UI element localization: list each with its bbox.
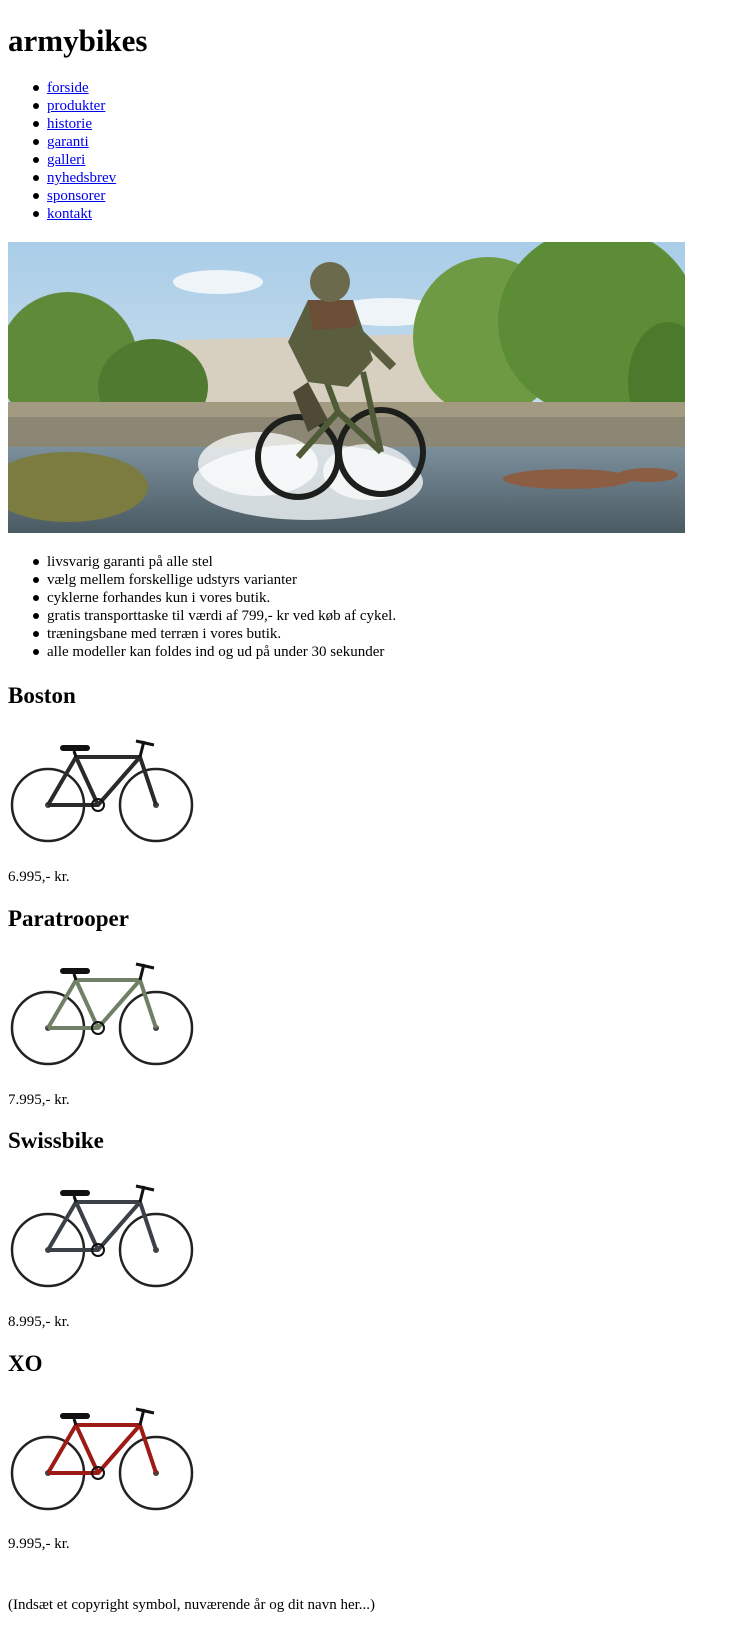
product-image-boston [10,739,194,843]
nav-link-historie[interactable]: historie [47,116,92,132]
nav-item-garanti: garanti [8,133,116,151]
product-image-paratrooper [10,962,194,1066]
nav-item-produkter: produkter [8,97,116,115]
nav-item-historie: historie [8,115,116,133]
site-title: armybikes [8,23,148,58]
product-price-paratrooper: 7.995,- kr. [8,1092,70,1108]
product-image-xo [10,1407,194,1511]
nav-item-sponsorer: sponsorer [8,187,116,205]
product-name-paratrooper: Paratrooper [8,906,129,931]
hero-image [8,242,685,533]
feature-item: alle modeller kan foldes ind og ud på un… [8,643,396,661]
nav-link-nyhedsbrev[interactable]: nyhedsbrev [47,170,116,186]
product-price-swissbike: 8.995,- kr. [8,1314,70,1330]
feature-item: træningsbane med terræn i vores butik. [8,625,396,643]
nav-item-forside: forside [8,79,116,97]
nav-link-garanti[interactable]: garanti [47,134,89,150]
nav-link-produkter[interactable]: produkter [47,98,105,114]
footer-copyright: (Indsæt et copyright symbol, nuværende å… [8,1597,376,1613]
feature-item: livsvarig garanti på alle stel [8,553,396,571]
product-image-swissbike [10,1184,194,1288]
feature-item: gratis transporttaske til værdi af 799,-… [8,607,396,625]
main-nav: forside produkter historie garanti galle… [8,79,116,223]
nav-link-kontakt[interactable]: kontakt [47,206,92,222]
feature-item: vælg mellem forskellige udstyrs variante… [8,571,396,589]
nav-link-galleri[interactable]: galleri [47,152,85,168]
feature-item: cyklerne forhandes kun i vores butik. [8,589,396,607]
nav-link-sponsorer[interactable]: sponsorer [47,188,105,204]
nav-item-nyhedsbrev: nyhedsbrev [8,169,116,187]
feature-list: livsvarig garanti på alle stel vælg mell… [8,553,396,661]
nav-link-forside[interactable]: forside [47,80,89,96]
product-name-xo: XO [8,1351,43,1376]
product-name-boston: Boston [8,683,76,708]
nav-item-kontakt: kontakt [8,205,116,223]
nav-item-galleri: galleri [8,151,116,169]
product-name-swissbike: Swissbike [8,1128,104,1153]
product-price-xo: 9.995,- kr. [8,1536,70,1552]
product-price-boston: 6.995,- kr. [8,869,70,885]
